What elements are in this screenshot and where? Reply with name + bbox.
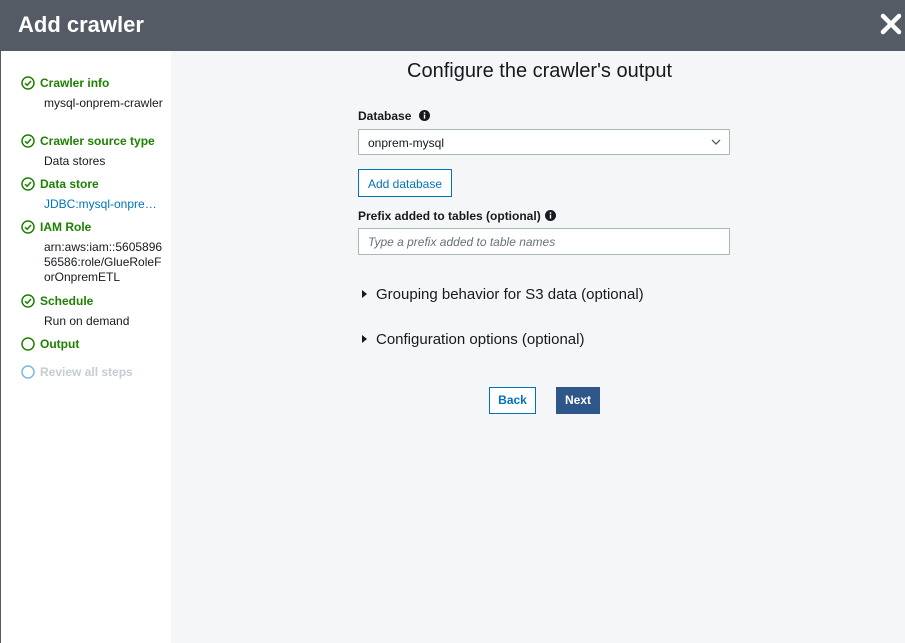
check-circle-icon (21, 134, 35, 148)
circle-icon (21, 365, 35, 379)
chevron-down-icon (711, 139, 721, 145)
close-icon[interactable] (880, 12, 902, 36)
data-store-link[interactable]: JDBC:mysql-onprem-connection (44, 197, 162, 212)
prefix-label: Prefix added to tables (optional) (358, 209, 541, 223)
wizard-steps-sidebar: Crawler info mysql-onprem-crawler Crawle… (1, 51, 171, 643)
step-detail: Data stores (44, 154, 106, 168)
database-select[interactable]: onprem-mysql (358, 129, 730, 155)
check-circle-icon (21, 177, 35, 191)
caret-right-icon (362, 335, 367, 344)
dialog-header: Add crawler (0, 0, 905, 51)
step-label: Crawler source type (40, 134, 155, 148)
step-detail: mysql-onprem-crawler (44, 96, 163, 110)
page-title: Configure the crawler's output (407, 60, 673, 82)
step-detail: Run on demand (44, 314, 130, 328)
check-circle-icon (21, 220, 35, 234)
expander-label: Configuration options (optional) (376, 331, 585, 348)
step-label: IAM Role (40, 220, 92, 234)
prefix-input[interactable] (358, 228, 730, 255)
dialog-title: Add crawler (18, 12, 144, 37)
add-database-button[interactable]: Add database (358, 169, 452, 197)
database-label: Database (358, 109, 412, 123)
configuration-options-expander[interactable]: Configuration options (optional) (362, 331, 584, 348)
info-icon[interactable] (419, 110, 430, 121)
step-detail: arn:aws:iam::560589656586:role/GlueRoleF… (44, 240, 163, 284)
back-button[interactable]: Back (489, 387, 536, 414)
check-circle-icon (21, 294, 35, 308)
circle-icon (21, 337, 35, 351)
step-label: Output (40, 337, 80, 351)
next-button[interactable]: Next (556, 387, 600, 414)
step-label: Review all steps (40, 365, 133, 379)
database-select-value: onprem-mysql (368, 136, 445, 150)
expander-label: Grouping behavior for S3 data (optional) (376, 286, 644, 303)
check-circle-icon (21, 76, 35, 90)
step-label: Data store (40, 177, 99, 191)
caret-right-icon (362, 290, 367, 299)
grouping-behavior-expander[interactable]: Grouping behavior for S3 data (optional) (362, 286, 644, 303)
step-label: Schedule (40, 294, 94, 308)
info-icon[interactable] (545, 210, 556, 221)
step-label: Crawler info (40, 76, 110, 90)
